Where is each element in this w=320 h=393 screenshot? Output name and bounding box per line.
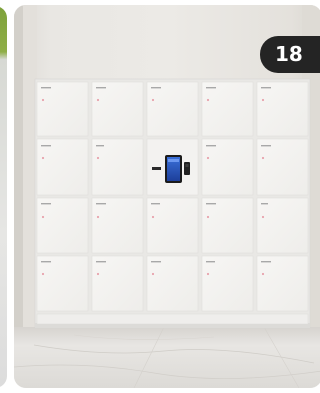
photo-number-badge: 18 (260, 36, 320, 73)
previous-photo-card[interactable] (0, 6, 7, 388)
locker-cabinet (34, 78, 311, 329)
gallery-view: 18 (0, 0, 320, 393)
locker-photo-card[interactable]: 18 (14, 5, 320, 388)
